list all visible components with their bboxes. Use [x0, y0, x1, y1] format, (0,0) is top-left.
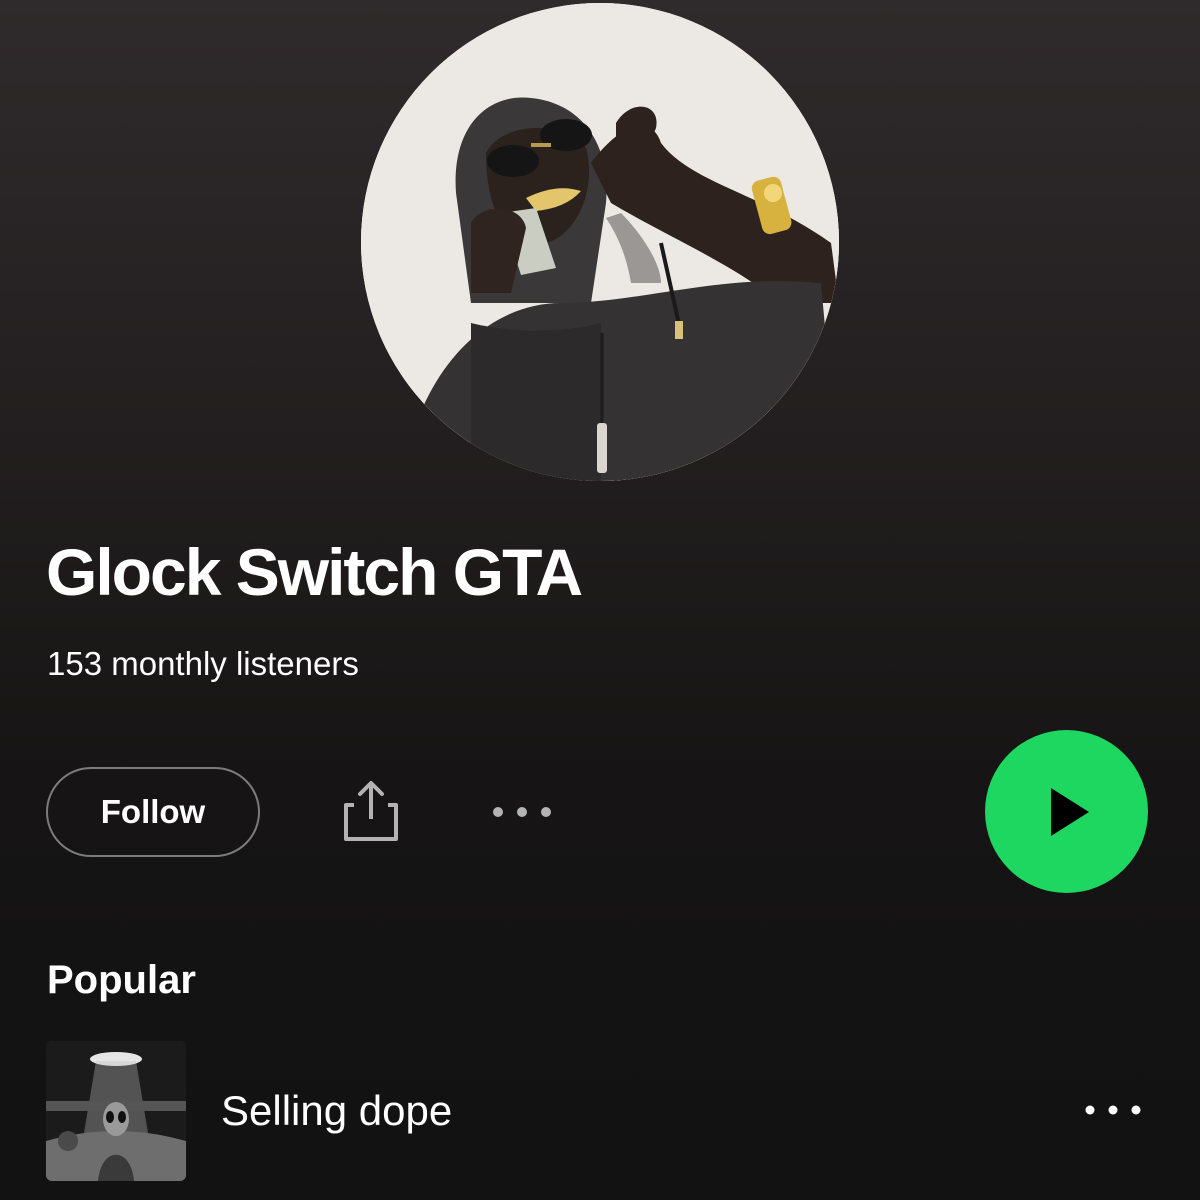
more-options-button[interactable] [486, 792, 558, 832]
play-icon [1050, 787, 1089, 836]
artist-avatar [361, 3, 839, 481]
share-icon [344, 781, 398, 841]
artist-photo-icon [361, 3, 839, 481]
monthly-listeners: 153 monthly listeners [47, 645, 359, 682]
track-cover-art-icon [46, 1041, 186, 1181]
popular-section-title: Popular [47, 958, 196, 1002]
track-title: Selling dope [221, 1087, 453, 1134]
track-row[interactable]: Selling dope [0, 1040, 1200, 1182]
more-options-icon [1085, 1105, 1141, 1115]
track-cover-art [46, 1041, 186, 1181]
track-more-options-button[interactable] [1080, 1090, 1146, 1130]
share-button[interactable] [336, 775, 406, 847]
play-button[interactable] [985, 730, 1148, 893]
artist-name: Glock Switch GTA [46, 535, 583, 609]
follow-button[interactable]: Follow [46, 767, 260, 857]
more-options-icon [493, 807, 551, 817]
